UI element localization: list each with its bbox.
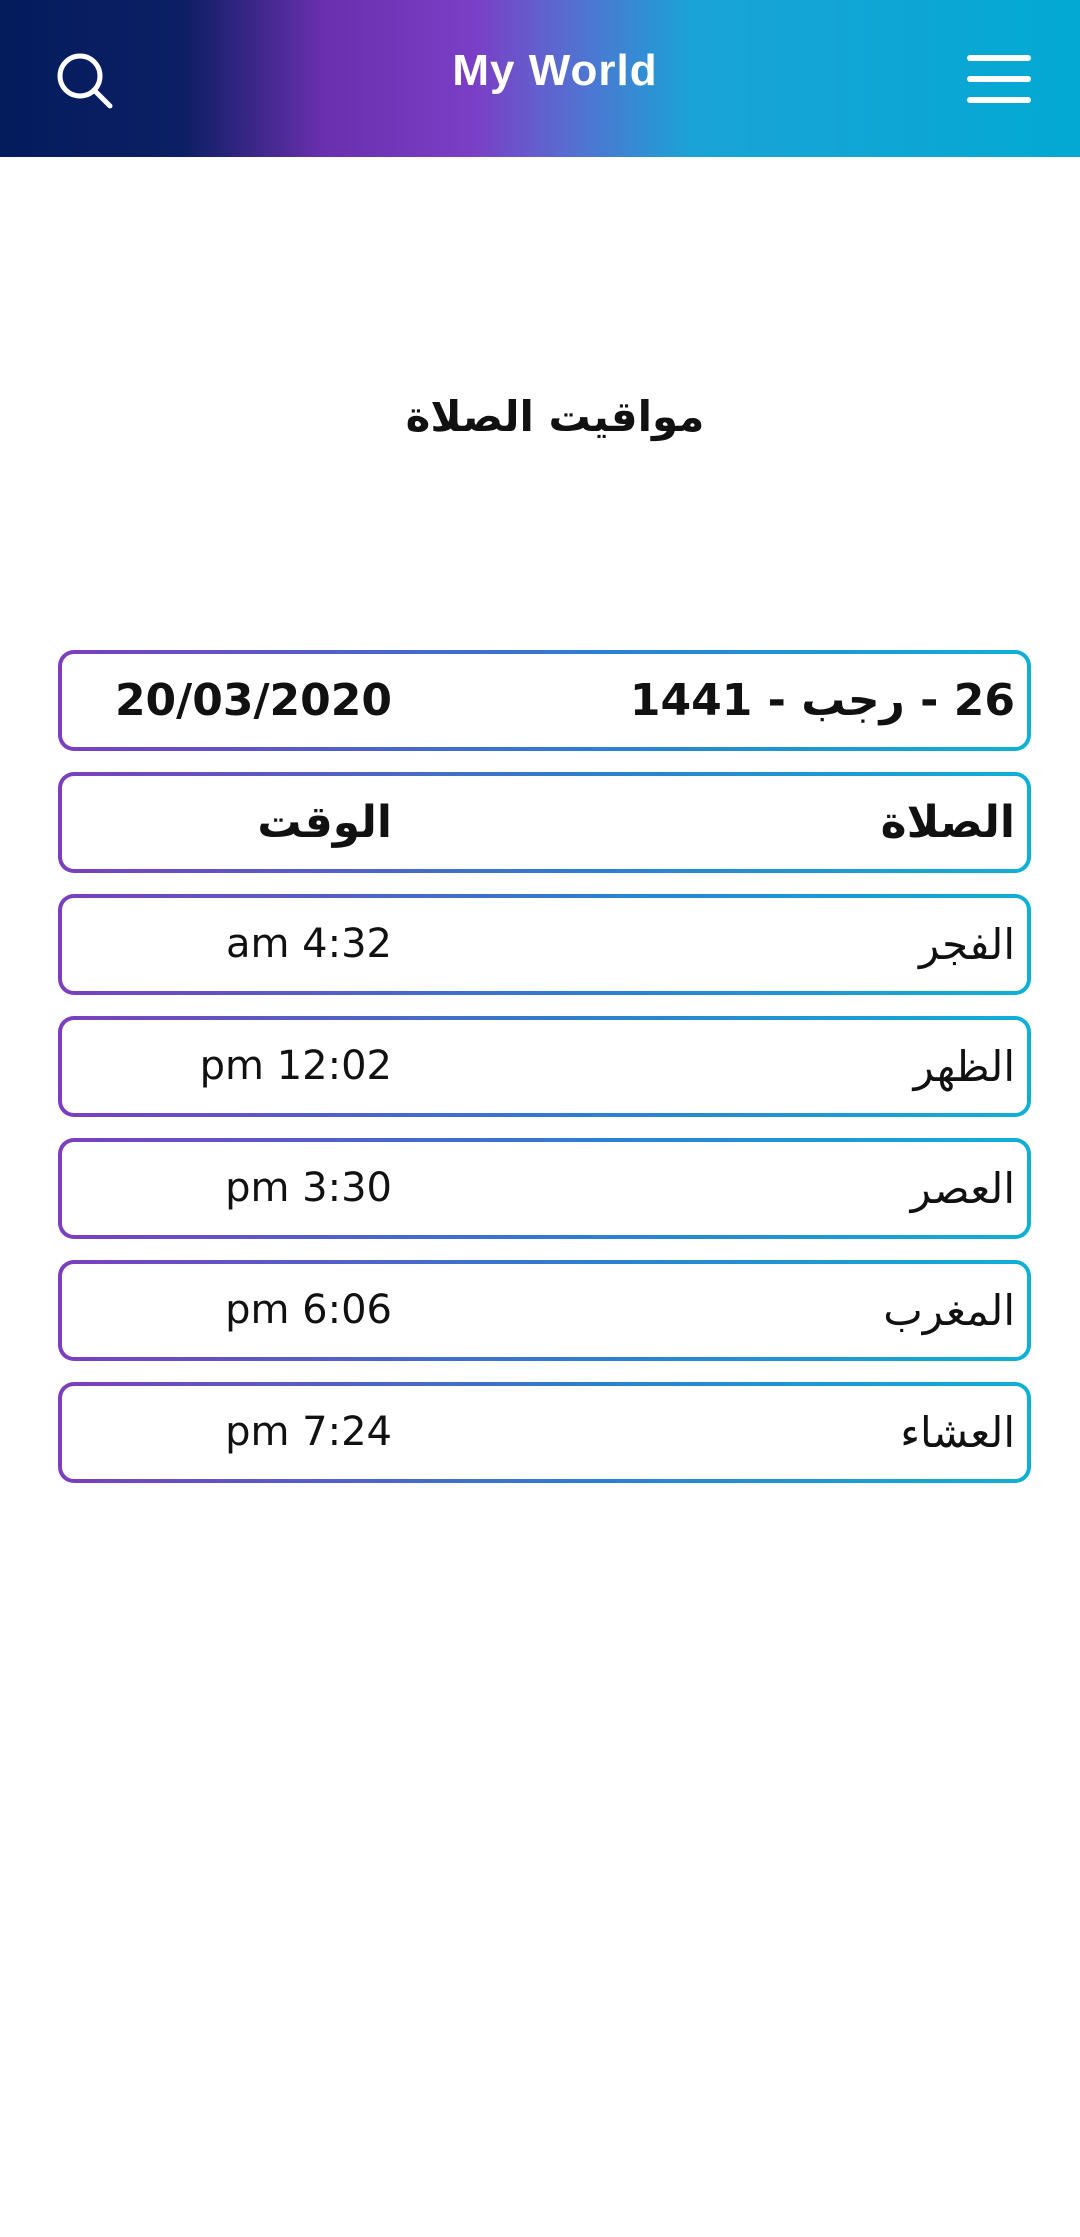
prayer-time: am 4:32 (225, 921, 392, 967)
table-row: الفجر am 4:32 (58, 894, 1031, 995)
prayer-name: العصر (910, 1164, 1015, 1213)
table-row: الظهر pm 12:02 (58, 1016, 1031, 1117)
prayer-name: المغرب (883, 1286, 1015, 1335)
table-row: المغرب pm 6:06 (58, 1260, 1031, 1361)
prayer-name: الفجر (919, 920, 1015, 969)
time-column-header: الوقت (257, 797, 392, 848)
table-row: العصر pm 3:30 (58, 1138, 1031, 1239)
app-title: My World (452, 46, 658, 95)
gregorian-date: 20/03/2020 (114, 675, 392, 726)
prayer-times-table: 26 - رجب - 1441 20/03/2020 الصلاة الوقت … (58, 650, 1031, 1504)
app-header: My World (0, 0, 1080, 157)
prayer-time: pm 7:24 (225, 1409, 392, 1455)
hijri-date: 26 - رجب - 1441 (629, 675, 1015, 726)
table-header-row: الصلاة الوقت (58, 772, 1031, 873)
prayer-time: pm 12:02 (199, 1043, 392, 1089)
hamburger-menu-icon (967, 55, 1031, 103)
prayer-name: العشاء (900, 1408, 1015, 1457)
table-row: العشاء pm 7:24 (58, 1382, 1031, 1483)
page-title: مواقيت الصلاة (405, 392, 705, 441)
prayer-time: pm 3:30 (225, 1165, 392, 1211)
menu-button[interactable] (966, 52, 1036, 112)
prayer-time: pm 6:06 (225, 1287, 392, 1333)
prayer-column-header: الصلاة (880, 797, 1015, 848)
date-row: 26 - رجب - 1441 20/03/2020 (58, 650, 1031, 751)
prayer-name: الظهر (913, 1042, 1015, 1091)
